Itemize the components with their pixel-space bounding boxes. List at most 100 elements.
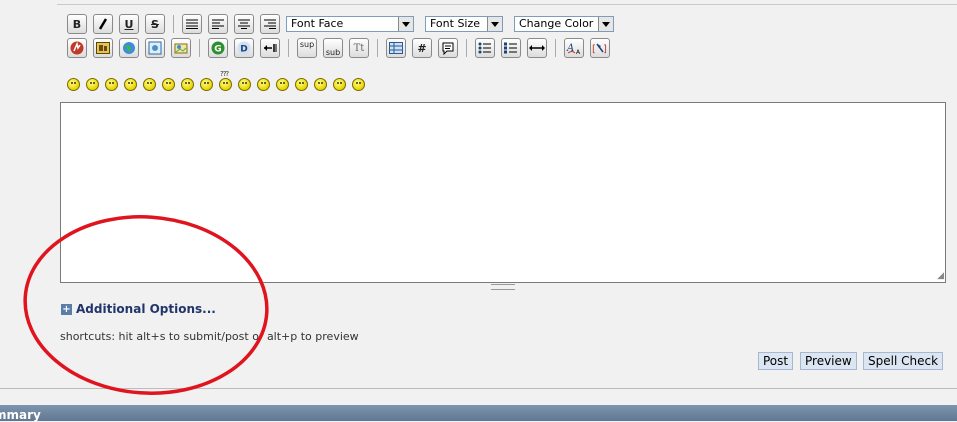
bold-label: B (72, 17, 82, 31)
align-center-icon (238, 19, 250, 29)
numbered-list-icon (504, 42, 517, 54)
image-icon (96, 42, 110, 54)
google-button[interactable]: G (208, 38, 228, 58)
font-size-select[interactable]: Font Size (425, 16, 503, 32)
bullet-list-button[interactable] (475, 38, 495, 58)
underline-button[interactable]: U (119, 14, 139, 34)
additional-options-link[interactable]: Additional Options... (76, 302, 216, 316)
smiley-icon[interactable] (105, 78, 118, 91)
smiley-icon[interactable] (124, 78, 137, 91)
numbered-list-button[interactable] (501, 38, 521, 58)
toolbar-separator (288, 39, 289, 57)
change-color-select[interactable]: Change Color (514, 16, 614, 32)
align-right-button[interactable] (260, 14, 280, 34)
strikethrough-button[interactable]: S (145, 14, 165, 34)
toolbar-separator (555, 39, 556, 57)
quote-icon (442, 42, 454, 55)
image-button[interactable] (93, 38, 113, 58)
toolbar-separator (173, 15, 174, 33)
flash-icon (70, 41, 84, 55)
align-center-button[interactable] (234, 14, 254, 34)
italic-icon (98, 18, 108, 30)
underline-label: U (124, 17, 134, 31)
dictionary-button[interactable]: D (234, 38, 254, 58)
svg-text:[: [ (592, 44, 596, 55)
toolbar-separator (199, 39, 200, 57)
expand-plus-icon: + (61, 303, 72, 315)
picture-icon (174, 43, 188, 54)
toolbar-row-1: B U S Font Face Font Size Change Color (67, 14, 625, 34)
superscript-button[interactable]: sup (297, 38, 317, 58)
google-icon: G (211, 41, 225, 55)
font-color-button[interactable]: AA (564, 38, 584, 58)
table-icon (389, 42, 403, 54)
smiley-icon[interactable] (181, 78, 194, 91)
subscript-button[interactable]: sub (323, 38, 343, 58)
toolbar-row-2: G D sup sub Tt # AA [] (67, 38, 616, 58)
justify-icon (186, 19, 198, 29)
dictionary-label: D (240, 45, 247, 55)
toolbar-separator (377, 39, 378, 57)
smiley-icon[interactable] (238, 78, 251, 91)
dictionary-icon: D (237, 41, 251, 55)
smiley-icon[interactable] (143, 78, 156, 91)
shortcuts-hint: shortcuts: hit alt+s to submit/post or a… (60, 330, 359, 343)
align-left-button[interactable] (208, 14, 228, 34)
web-link-button[interactable] (119, 38, 139, 58)
resize-grip-icon[interactable]: ◢ (937, 272, 944, 281)
spell-check-button[interactable]: Spell Check (863, 352, 944, 370)
insert-picture-button[interactable] (171, 38, 191, 58)
remove-format-icon: [] (592, 43, 607, 55)
globe-icon (123, 42, 135, 54)
smiley-icon[interactable] (276, 78, 289, 91)
preview-button[interactable]: Preview (800, 352, 857, 370)
smiley-icon[interactable] (257, 78, 270, 91)
align-left-icon (212, 19, 224, 29)
refresh-link-button[interactable] (145, 38, 165, 58)
flash-button[interactable] (67, 38, 87, 58)
additional-options-toggle[interactable]: + Additional Options... (61, 302, 216, 316)
font-color-icon: AA (566, 43, 581, 55)
chevron-down-icon (598, 17, 613, 31)
quote-button[interactable] (438, 38, 458, 58)
italic-button[interactable] (93, 14, 113, 34)
toolbar-separator (466, 39, 467, 57)
superscript-label: sup (299, 39, 315, 49)
bottom-divider (0, 388, 957, 389)
confused-smiley-label: ??? (220, 70, 229, 78)
message-textarea[interactable]: ◢ (60, 102, 946, 283)
smiley-icon[interactable] (314, 78, 327, 91)
smiley-icon[interactable] (67, 78, 80, 91)
font-face-select[interactable]: Font Face (286, 16, 414, 32)
smiley-icon[interactable] (200, 78, 213, 91)
svg-text:]: ] (603, 44, 607, 55)
smiley-icon[interactable] (333, 78, 346, 91)
outdent-arrow-icon (264, 44, 277, 52)
google-label: G (214, 45, 221, 55)
smilies-row (67, 78, 371, 91)
justify-button[interactable] (182, 14, 202, 34)
hash-label: # (417, 41, 427, 55)
smiley-icon[interactable] (295, 78, 308, 91)
hash-button[interactable]: # (412, 38, 432, 58)
top-divider (57, 4, 957, 5)
smiley-icon[interactable] (219, 78, 232, 91)
teletype-button[interactable]: Tt (349, 38, 369, 58)
bullet-list-icon (478, 42, 491, 54)
strikethrough-label: S (151, 17, 159, 31)
refresh-icon (148, 41, 162, 55)
remove-format-button[interactable]: [] (590, 38, 610, 58)
smiley-icon[interactable] (86, 78, 99, 91)
smiley-icon[interactable] (162, 78, 175, 91)
textarea-resize-handle[interactable] (491, 284, 515, 290)
outdent-button[interactable] (260, 38, 280, 58)
table-button[interactable] (386, 38, 406, 58)
teletype-label: Tt (353, 42, 365, 54)
section-header-title: mmary (0, 408, 41, 422)
font-face-value: Font Face (291, 17, 344, 30)
post-button[interactable]: Post (758, 352, 794, 370)
bold-button[interactable]: B (67, 14, 87, 34)
chevron-down-icon (398, 17, 413, 31)
smiley-icon[interactable] (352, 78, 365, 91)
horizontal-rule-button[interactable] (527, 38, 547, 58)
